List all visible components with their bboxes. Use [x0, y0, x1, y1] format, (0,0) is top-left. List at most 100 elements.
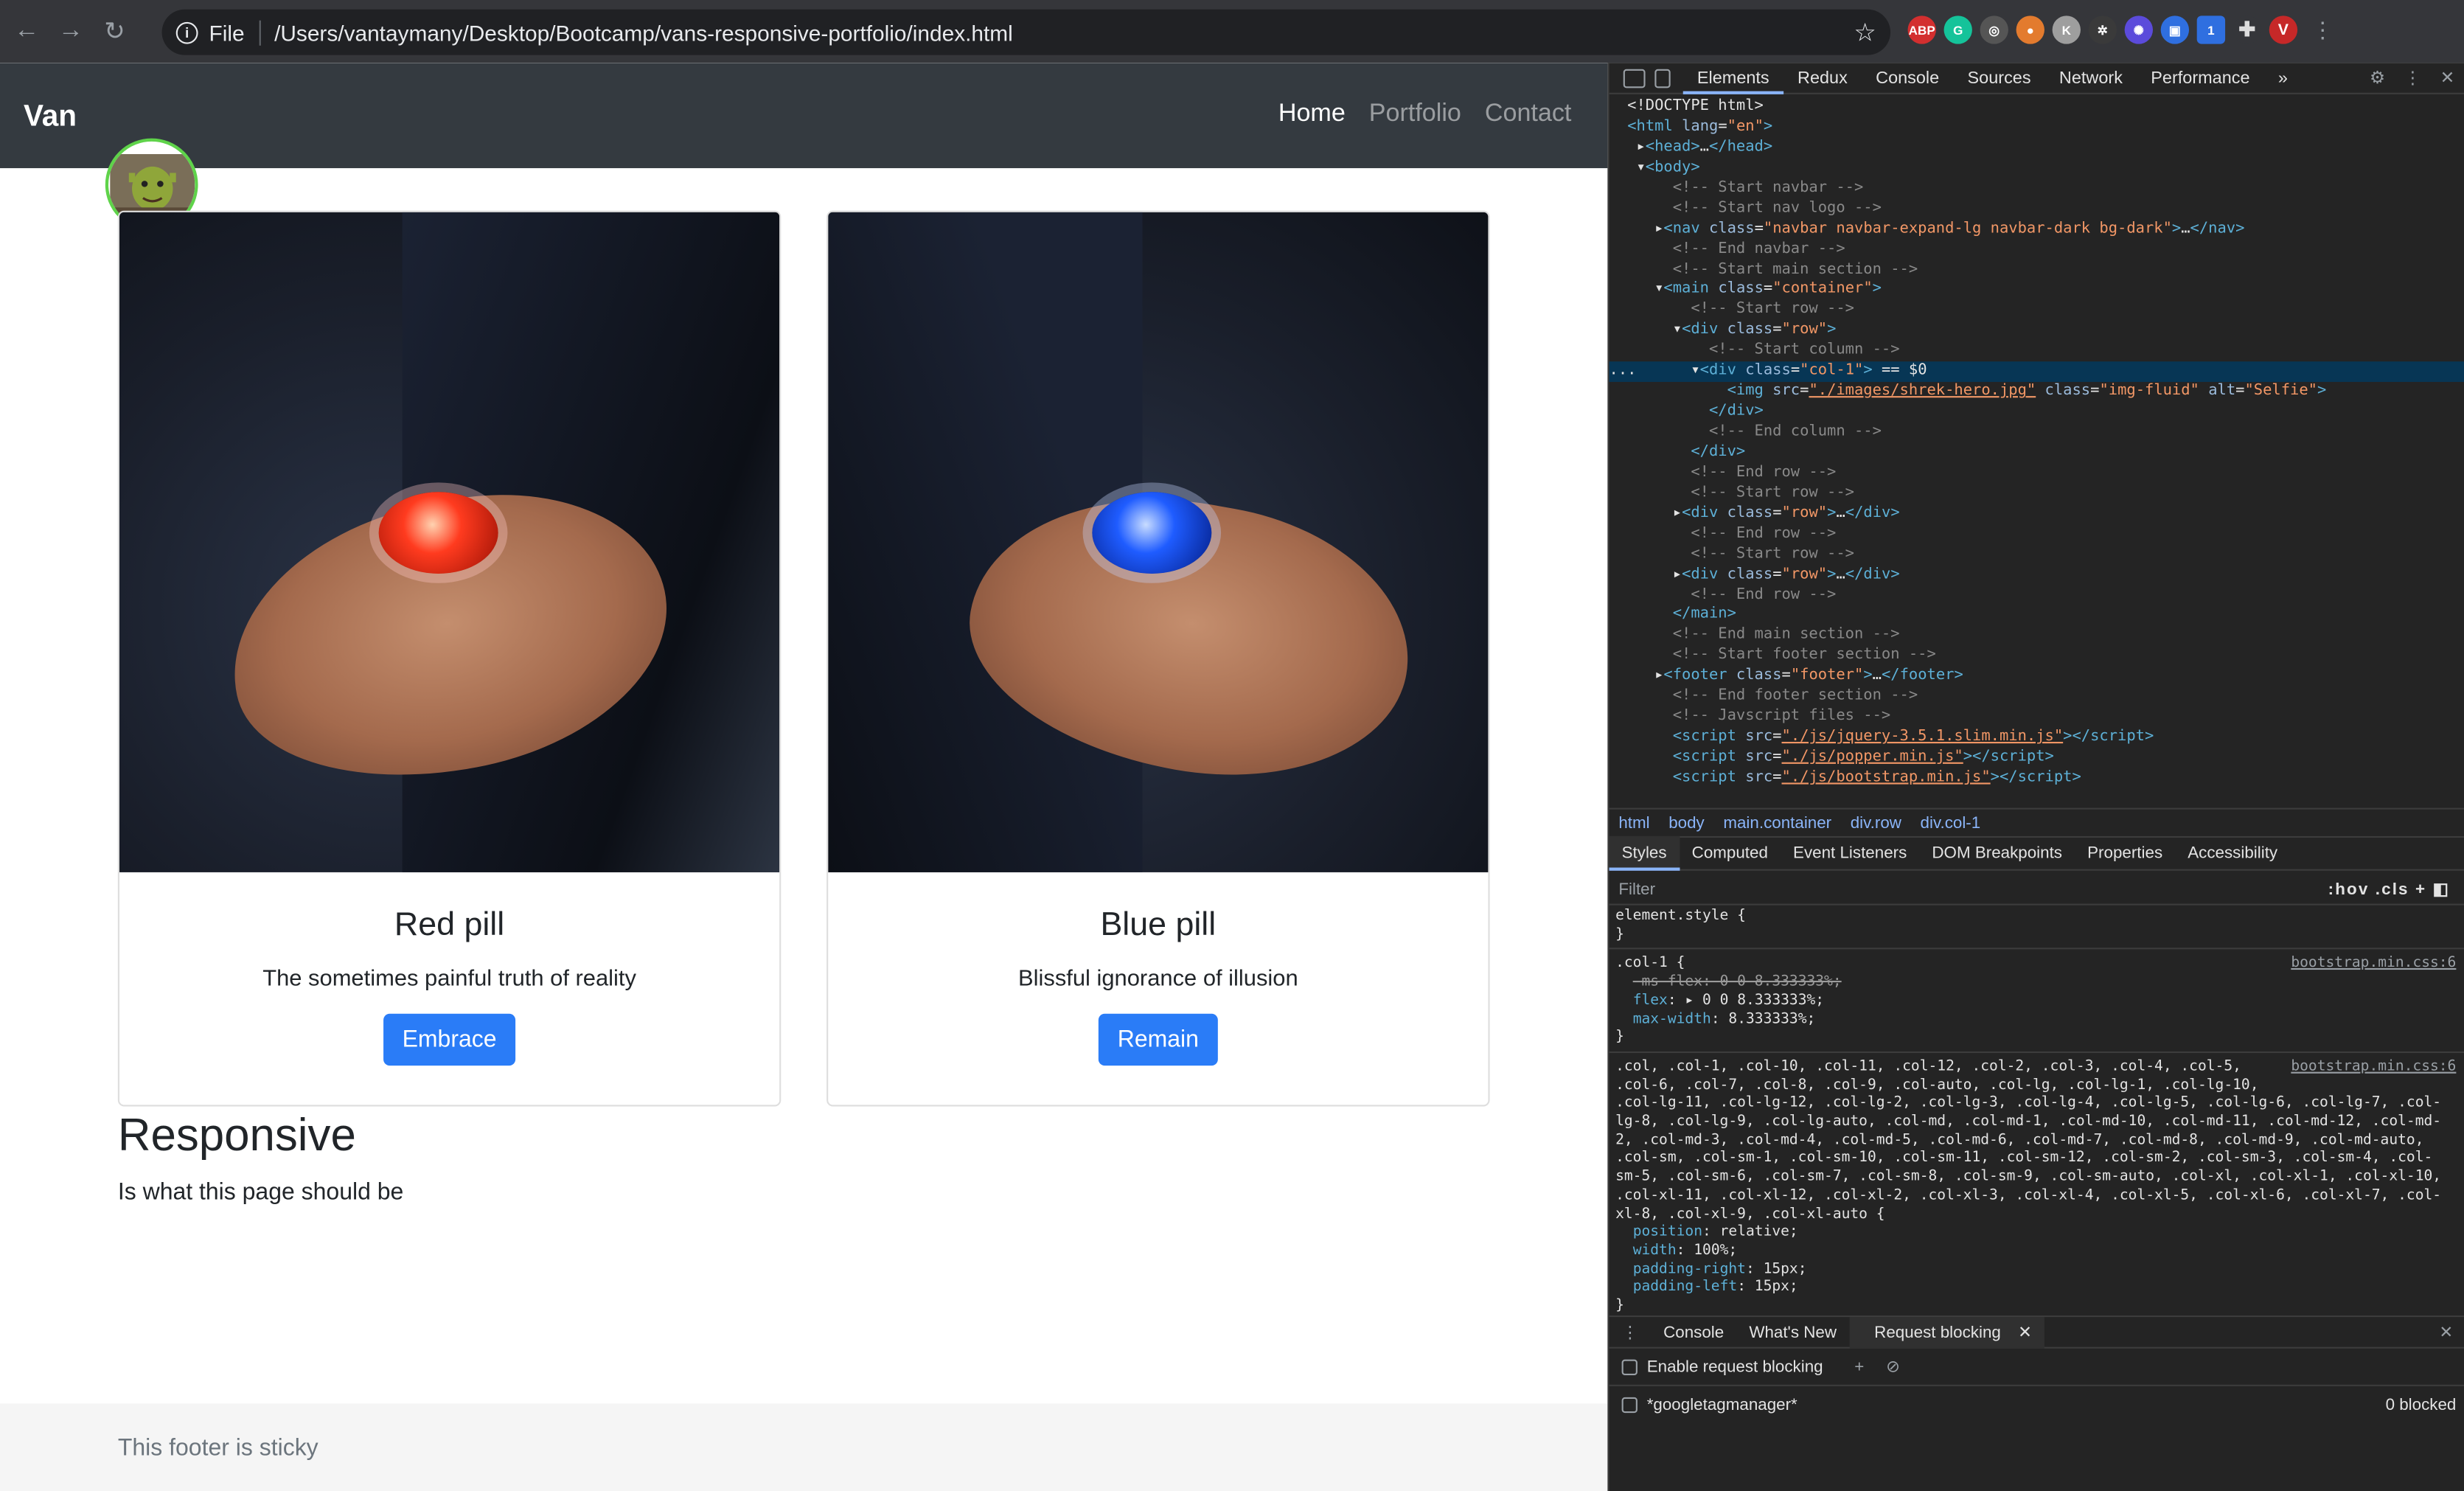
dom-line[interactable]: <!-- Start navbar --> [1609, 178, 2464, 199]
react-devtools-icon[interactable]: ✲ [2088, 15, 2117, 44]
style-rule[interactable]: element.style { } [1609, 907, 2464, 950]
dom-line[interactable]: <!-- End row --> [1609, 585, 2464, 606]
drawer-tab-console[interactable]: Console [1651, 1316, 1736, 1348]
profile-avatar[interactable]: V [2269, 15, 2298, 44]
remain-button[interactable]: Remain [1099, 1013, 1218, 1066]
tab-elements[interactable]: Elements [1682, 62, 1783, 94]
embrace-button[interactable]: Embrace [383, 1013, 516, 1066]
dom-line[interactable]: </div> [1609, 403, 2464, 423]
info-icon[interactable]: i [175, 21, 198, 44]
tab-properties[interactable]: Properties [2075, 836, 2175, 871]
pattern-text: *googletagmanager* [1646, 1395, 1797, 1415]
drawer-tab-whats-new[interactable]: What's New [1736, 1316, 1849, 1348]
drawer-menu-icon[interactable]: ⋮ [1609, 1316, 1651, 1348]
dom-line[interactable]: <!-- Start row --> [1609, 301, 2464, 322]
device-toolbar-icon[interactable] [1654, 68, 1671, 88]
clear-patterns-icon[interactable]: ⊘ [1886, 1357, 1900, 1376]
dom-line[interactable]: <!-- End column --> [1609, 423, 2464, 443]
dom-line[interactable]: ▸<div class="row">…</div> [1609, 565, 2464, 585]
tab-sources[interactable]: Sources [1953, 62, 2044, 94]
close-icon[interactable]: ✕ [2440, 68, 2455, 88]
styles-pane[interactable]: element.style { } .col-1 {bootstrap.min.… [1609, 907, 2464, 1313]
breadcrumb-item[interactable]: main.container [1723, 813, 1831, 833]
dom-tree[interactable]: <!DOCTYPE html> <html lang="en"> ▸<head>… [1609, 97, 2464, 807]
dom-line-selected[interactable]: ... ▾<div class="col-1"> == $0 [1609, 361, 2464, 383]
dom-line[interactable]: <img src="./images/shrek-hero.jpg" class… [1609, 382, 2464, 403]
dom-line[interactable]: <!-- End main section --> [1609, 626, 2464, 647]
puzzle-icon[interactable]: ✚ [2232, 15, 2262, 44]
pattern-checkbox[interactable] [1621, 1397, 1638, 1414]
styles-filter-input[interactable]: Filter :hov .cls + ◧ [1609, 874, 2464, 906]
dom-line[interactable]: <!-- Start footer section --> [1609, 647, 2464, 667]
style-rule[interactable]: .col-1 {bootstrap.min.css:6 -ms-flex: 0 … [1609, 955, 2464, 1053]
style-rule[interactable]: .col, .col-1, .col-10, .col-11, .col-12,… [1609, 1057, 2464, 1312]
dom-line[interactable]: ▸<head>…</head> [1609, 138, 2464, 159]
tab-computed[interactable]: Computed [1680, 836, 1781, 871]
tab-redux[interactable]: Redux [1783, 62, 1862, 94]
extension-badge-icon[interactable]: 1 [2196, 15, 2226, 44]
dom-line[interactable]: <script src="./js/jquery-3.5.1.slim.min.… [1609, 728, 2464, 748]
address-bar[interactable]: i File /Users/vantaymany/Desktop/Bootcam… [161, 9, 1891, 55]
dom-line[interactable]: ▸<footer class="footer">…</footer> [1609, 667, 2464, 687]
dom-line[interactable]: <!-- End row --> [1609, 463, 2464, 484]
reload-icon[interactable]: ↻ [97, 14, 132, 49]
kebab-menu-icon[interactable]: ⋮ [2404, 68, 2421, 88]
dom-line[interactable]: </main> [1609, 606, 2464, 627]
dom-line[interactable]: <html lang="en"> [1609, 118, 2464, 139]
breadcrumb-item[interactable]: body [1668, 813, 1705, 833]
tab-accessibility[interactable]: Accessibility [2175, 836, 2290, 871]
add-pattern-icon[interactable]: + [1854, 1357, 1864, 1376]
tab-network[interactable]: Network [2045, 62, 2137, 94]
dom-line[interactable]: <!-- Javscript files --> [1609, 707, 2464, 728]
menu-kebab-icon[interactable]: ⋮ [2311, 16, 2334, 43]
dom-line[interactable]: ▸<div class="row">…</div> [1609, 504, 2464, 525]
dom-line[interactable]: ▾<div class="row"> [1609, 321, 2464, 341]
filter-tools[interactable]: :hov .cls + ◧ [2328, 880, 2450, 899]
tab-performance[interactable]: Performance [2137, 62, 2264, 94]
dom-line[interactable]: <script src="./js/popper.min.js"></scrip… [1609, 748, 2464, 769]
dom-line[interactable]: <!-- End row --> [1609, 524, 2464, 545]
dom-line[interactable]: <!DOCTYPE html> [1609, 97, 2464, 118]
enable-blocking-checkbox[interactable] [1621, 1358, 1638, 1374]
forward-icon[interactable]: → [53, 14, 88, 49]
inspect-element-icon[interactable] [1623, 68, 1646, 88]
tab-console[interactable]: Console [1862, 62, 1953, 94]
url-text[interactable]: /Users/vantaymany/Desktop/Bootcamp/vans-… [274, 20, 1013, 45]
dom-line[interactable]: <script src="./js/bootstrap.min.js"></sc… [1609, 768, 2464, 789]
dom-line[interactable]: <!-- End footer section --> [1609, 687, 2464, 708]
breadcrumb-item[interactable]: div.row [1851, 813, 1901, 833]
more-tabs-icon[interactable]: » [2264, 62, 2302, 94]
breadcrumb-item[interactable]: html [1618, 813, 1649, 833]
adblock-plus-icon[interactable]: ABP [1907, 15, 1936, 44]
dom-line[interactable]: <!-- Start nav logo --> [1609, 199, 2464, 220]
settings-gear-icon[interactable]: ⚙ [2370, 68, 2385, 88]
drawer-tab-request-blocking[interactable]: Request blocking ✕ [1849, 1316, 2044, 1348]
tab-dom-breakpoints[interactable]: DOM Breakpoints [1919, 836, 2075, 871]
breadcrumb-item[interactable]: div.col-1 [1921, 813, 1981, 833]
nav-home[interactable]: Home [1278, 100, 1346, 128]
extension-icon[interactable]: ▣ [2160, 15, 2190, 44]
back-icon[interactable]: ← [10, 14, 44, 49]
dom-line[interactable]: <!-- Start column --> [1609, 341, 2464, 362]
nav-contact[interactable]: Contact [1485, 100, 1572, 128]
nav-portfolio[interactable]: Portfolio [1369, 100, 1461, 128]
blocking-pattern-row[interactable]: *googletagmanager* 0 blocked [1609, 1386, 2464, 1424]
extension-icon[interactable]: ✺ [2124, 15, 2154, 44]
extension-icon[interactable]: ● [2016, 15, 2044, 44]
dom-line[interactable]: </div> [1609, 443, 2464, 464]
dom-line[interactable]: <!-- Start row --> [1609, 545, 2464, 566]
extension-k-icon[interactable]: K [2052, 15, 2081, 44]
tab-event-listeners[interactable]: Event Listeners [1781, 836, 1919, 871]
dom-line[interactable]: ▸<nav class="navbar navbar-expand-lg nav… [1609, 220, 2464, 240]
extension-icon[interactable]: ◎ [1980, 15, 2008, 44]
dom-line[interactable]: ▾<main class="container"> [1609, 280, 2464, 301]
dom-line[interactable]: ▾<body> [1609, 159, 2464, 179]
grammarly-icon[interactable]: G [1943, 15, 1972, 44]
navbar-brand[interactable]: Van [24, 100, 77, 135]
drawer-close-icon[interactable]: ✕ [2426, 1316, 2464, 1348]
dom-line[interactable]: <!-- Start main section --> [1609, 260, 2464, 281]
dom-line[interactable]: <!-- Start row --> [1609, 484, 2464, 504]
bookmark-star-icon[interactable]: ☆ [1854, 16, 1876, 48]
dom-line[interactable]: <!-- End navbar --> [1609, 240, 2464, 260]
tab-styles[interactable]: Styles [1609, 835, 1680, 871]
